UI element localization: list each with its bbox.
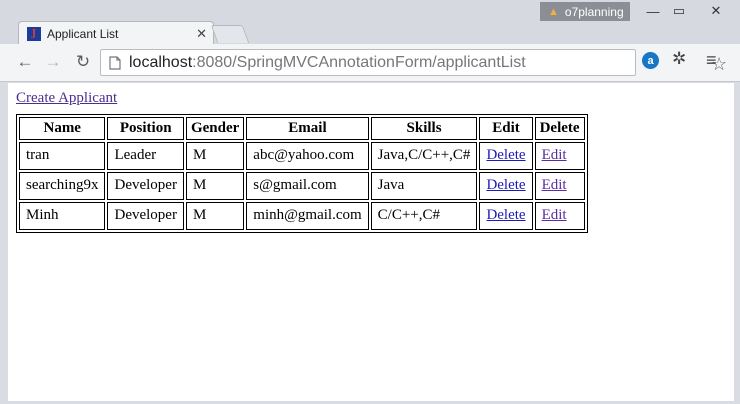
cell-name: searching9x xyxy=(19,172,106,200)
table-row: searching9x Developer M s@gmail.com Java… xyxy=(19,172,585,200)
cell-edit: Delete xyxy=(479,202,533,230)
maximize-icon[interactable]: ▭ xyxy=(664,0,694,22)
extension-bug-icon[interactable]: ✲ xyxy=(672,49,686,69)
cell-edit: Delete xyxy=(479,142,533,170)
cell-email: minh@gmail.com xyxy=(246,202,369,230)
header-position: Position xyxy=(107,117,184,140)
cell-name: tran xyxy=(19,142,106,170)
applicant-table: Name Position Gender Email Skills Edit D… xyxy=(16,114,588,233)
cell-skills: C/C++,C# xyxy=(370,202,478,230)
url-text: localhost:8080/SpringMVCAnnotationForm/a… xyxy=(129,54,526,72)
cell-skills: Java xyxy=(370,172,478,200)
cell-position: Leader xyxy=(107,142,184,170)
cell-name: Minh xyxy=(19,202,106,230)
edit-link[interactable]: Edit xyxy=(542,147,567,163)
table-row: Minh Developer M minh@gmail.com C/C++,C#… xyxy=(19,202,585,230)
browser-tab[interactable]: J Applicant List ✕ xyxy=(18,21,214,45)
delete-link[interactable]: Delete xyxy=(486,177,525,193)
forward-arrow-icon[interactable]: → xyxy=(42,51,64,73)
cell-email: abc@yahoo.com xyxy=(246,142,369,170)
cell-position: Developer xyxy=(107,172,184,200)
url-path: :8080/SpringMVCAnnotationForm/applicantL… xyxy=(192,53,526,71)
url-host: localhost xyxy=(129,53,193,71)
cell-gender: M xyxy=(185,172,245,200)
delete-link[interactable]: Delete xyxy=(486,147,525,163)
header-name: Name xyxy=(19,117,106,140)
close-icon[interactable]: ✕ xyxy=(696,0,736,22)
cell-position: Developer xyxy=(107,202,184,230)
header-skills: Skills xyxy=(370,117,478,140)
extension-a-icon[interactable]: a xyxy=(642,52,659,69)
back-arrow-icon[interactable]: ← xyxy=(14,51,36,73)
cell-gender: M xyxy=(185,142,245,170)
profile-badge[interactable]: ▲ o7planning xyxy=(540,2,630,21)
favicon: J xyxy=(27,26,41,41)
page-icon xyxy=(107,55,123,71)
cell-gender: M xyxy=(185,202,245,230)
page-content: Create Applicant Name Position Gender Em… xyxy=(8,83,734,401)
cell-delete: Edit xyxy=(534,172,585,200)
window-titlebar: ▲ o7planning — ▭ ✕ J Applicant List ✕ xyxy=(0,0,740,45)
cell-email: s@gmail.com xyxy=(246,172,369,200)
cell-skills: Java,C/C++,C# xyxy=(370,142,478,170)
table-row: tran Leader M abc@yahoo.com Java,C/C++,C… xyxy=(19,142,585,170)
reload-icon[interactable]: ↻ xyxy=(72,51,94,73)
edit-link[interactable]: Edit xyxy=(542,177,567,193)
header-edit: Edit xyxy=(479,117,533,140)
warning-icon: ▲ xyxy=(548,5,559,18)
menu-icon[interactable]: ≡ xyxy=(706,50,717,71)
tab-title: Applicant List xyxy=(47,26,119,41)
profile-name: o7planning xyxy=(564,4,624,19)
new-tab-button[interactable] xyxy=(210,25,250,43)
browser-toolbar: ← → ↻ localhost:8080/SpringMVCAnnotation… xyxy=(0,44,740,82)
delete-link[interactable]: Delete xyxy=(486,207,525,223)
create-applicant-link[interactable]: Create Applicant xyxy=(16,90,117,107)
cell-delete: Edit xyxy=(534,142,585,170)
header-gender: Gender xyxy=(185,117,245,140)
cell-delete: Edit xyxy=(534,202,585,230)
tab-close-icon[interactable]: ✕ xyxy=(196,26,207,42)
cell-edit: Delete xyxy=(479,172,533,200)
header-email: Email xyxy=(246,117,369,140)
edit-link[interactable]: Edit xyxy=(542,207,567,223)
table-header-row: Name Position Gender Email Skills Edit D… xyxy=(19,117,585,140)
header-delete: Delete xyxy=(534,117,585,140)
address-bar[interactable]: localhost:8080/SpringMVCAnnotationForm/a… xyxy=(100,49,727,76)
